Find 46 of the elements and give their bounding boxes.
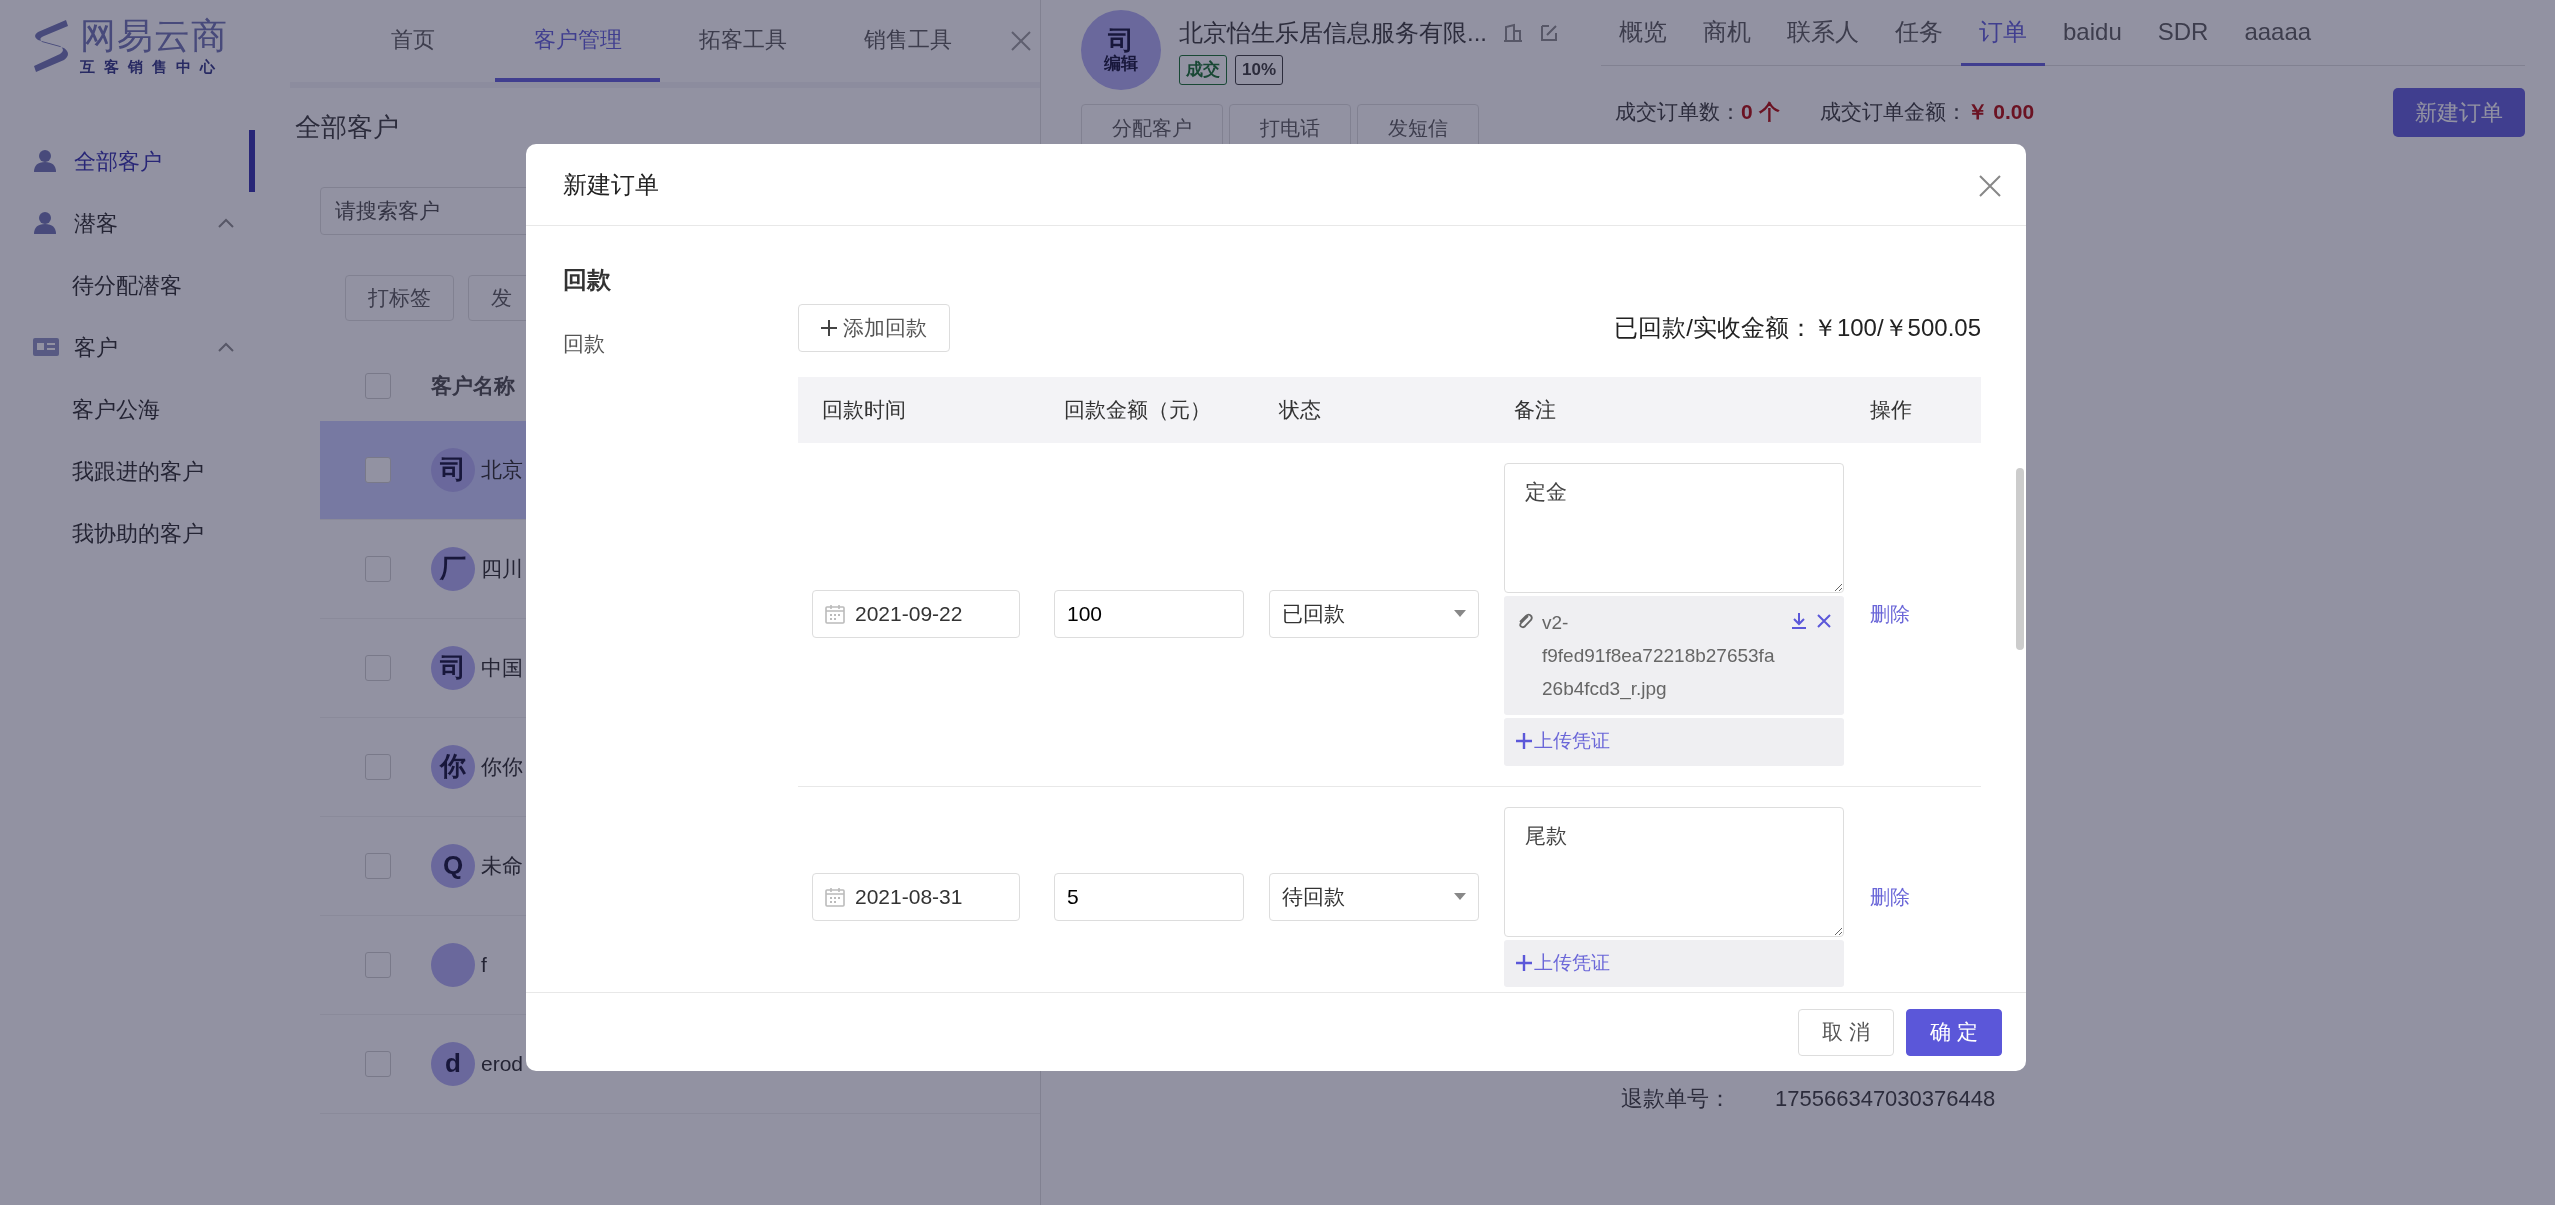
avatar: 司 (431, 645, 475, 690)
customer-name: 你你 (481, 753, 523, 780)
avatar: 你 (431, 744, 475, 789)
avatar: Q (431, 843, 475, 888)
stat-label: 成交订单金额： (1819, 99, 1967, 126)
avatar: 司 (431, 447, 475, 492)
logo-subtitle: 互客销售中心 (80, 57, 225, 77)
stat-value: 0 个 (1741, 99, 1780, 126)
panel-title: 全部客户 (295, 111, 400, 144)
section-title: 回款 (563, 265, 612, 295)
sidebar-label: 全部客户 (74, 147, 162, 176)
column-header: 备注 (1490, 376, 1850, 443)
column-header: 操作 (1850, 376, 1981, 443)
customer-name: 中国 (481, 654, 523, 681)
customer-name: 北京 (481, 456, 523, 483)
file-name: v2-f9fed91f8ea72218b27653fa26b4fcd3_r.jpg (1542, 610, 1776, 702)
status-value: 待回款 (1282, 884, 1345, 911)
stat-value: ￥ 0.00 (1966, 99, 2035, 126)
summary-value: ￥100/￥500.05 (1812, 312, 1981, 343)
stat-label: 成交订单数： (1615, 99, 1741, 126)
refund-label: 退款单号： (1621, 1085, 1731, 1113)
column-header: 状态 (1255, 376, 1490, 443)
tag: 成交 (1179, 55, 1227, 85)
avatar: d (431, 1041, 475, 1086)
avatar-edit-label: 编辑 (1104, 54, 1138, 74)
modal-title: 新建订单 (563, 169, 659, 200)
customer-name: 四川 (481, 555, 523, 582)
logo-title: 网易云商 (80, 16, 228, 56)
refund-number: 175566347030376448 (1775, 1085, 1996, 1113)
column-header: 回款时间 (798, 376, 1040, 443)
company-name: 北京怡生乐居信息服务有限... (1179, 18, 1487, 49)
avatar-letter: 司 (1108, 26, 1134, 55)
sidebar-label: 客户 (74, 333, 118, 362)
customer-name: f (481, 951, 487, 978)
column-header: 客户名称 (431, 372, 515, 399)
column-header: 回款金额（元） (1040, 376, 1255, 443)
sidebar-label: 潜客 (74, 209, 118, 238)
date-value: 2021-09-22 (855, 601, 963, 628)
field-label: 回款 (563, 331, 606, 357)
tag: 10% (1235, 55, 1284, 85)
customer-name: 未命 (481, 852, 523, 879)
status-value: 已回款 (1282, 601, 1345, 628)
summary-label: 已回款/实收金额： (1614, 312, 1813, 343)
date-value: 2021-08-31 (855, 884, 963, 911)
customer-name: erod (481, 1050, 524, 1077)
avatar: 厂 (431, 546, 475, 591)
